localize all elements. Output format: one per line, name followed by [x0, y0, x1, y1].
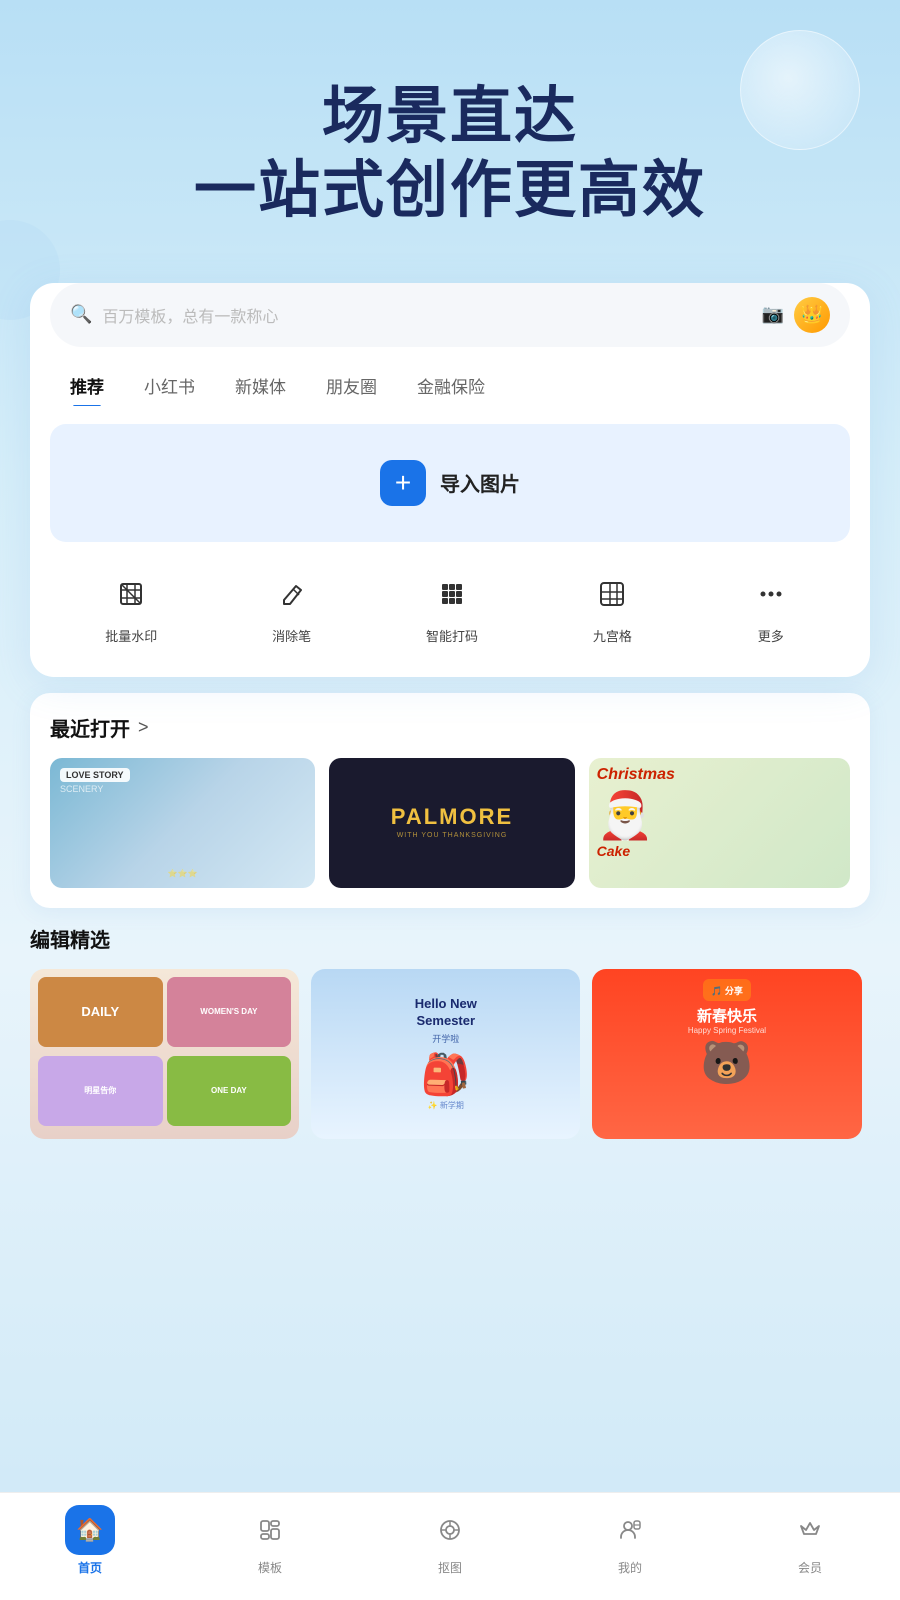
palmore-title: PALMORE [391, 806, 513, 828]
home-icon: 🏠 [65, 1505, 115, 1555]
daily-main-card: DAILY [38, 977, 163, 1047]
nav-vip[interactable]: 会员 [720, 1505, 900, 1576]
nav-home[interactable]: 🏠 首页 [0, 1505, 180, 1576]
templates-icon [245, 1505, 295, 1555]
editor-item-daily[interactable]: DAILY WOMEN'S DAY 明星告你 ONE DAY [30, 969, 299, 1139]
tool-more-label: 更多 [758, 626, 784, 645]
love-story-scenery: SCENERY [60, 784, 305, 794]
womens-day-card: WOMEN'S DAY [167, 977, 292, 1047]
tab-recommended[interactable]: 推荐 [50, 365, 124, 406]
tab-finance[interactable]: 金融保险 [397, 365, 505, 406]
nav-mine[interactable]: 我的 [540, 1505, 720, 1576]
editor-item-spring-festival[interactable]: 🎵 分享 新春快乐 Happy Spring Festival 🐻 [592, 969, 861, 1139]
import-label: 导入图片 [440, 468, 520, 497]
editor-section: 编辑精选 DAILY WOMEN'S DAY 明星告你 ONE DAY Hell… [30, 924, 870, 1139]
import-plus-button[interactable]: + [380, 460, 426, 506]
tool-eraser[interactable]: 消除笔 [268, 570, 316, 645]
recent-arrow[interactable]: > [138, 717, 149, 738]
search-icon: 🔍 [70, 304, 92, 325]
tool-smart-mosaic-label: 智能打码 [426, 626, 478, 645]
eraser-icon [268, 570, 316, 618]
love-story-tag: LOVE STORY [60, 768, 130, 782]
search-bar[interactable]: 🔍 百万模板，总有一款称心 📷 👑 [50, 283, 850, 347]
editor-title: 编辑精选 [30, 924, 870, 953]
nav-mine-label: 我的 [618, 1559, 642, 1576]
import-area[interactable]: + 导入图片 [50, 424, 850, 542]
nav-cutout-label: 抠图 [438, 1559, 462, 1576]
cutout-icon [425, 1505, 475, 1555]
tool-batch-watermark[interactable]: 批量水印 [105, 570, 157, 645]
tab-xiaohongshu[interactable]: 小红书 [124, 365, 215, 406]
recent-grid: LOVE STORY SCENERY ⭐⭐⭐ PALMORE WITH YOU … [50, 758, 850, 888]
tool-nine-grid[interactable]: 九宫格 [588, 570, 636, 645]
spring-title-cn: 新春快乐 [697, 1005, 757, 1026]
hello-new-figure: 🎒 [421, 1051, 471, 1098]
love-story-footer: ⭐⭐⭐ [60, 869, 305, 878]
palmore-subtitle: WITH YOU THANKSGIVING [391, 832, 513, 839]
recent-title: 最近打开 [50, 713, 130, 742]
hero-title: 场景直达 一站式创作更高效 [40, 80, 860, 229]
vip-nav-icon [785, 1505, 835, 1555]
main-card: 🔍 百万模板，总有一款称心 📷 👑 推荐 小红书 新媒体 朋友圈 金融保险 + … [30, 283, 870, 677]
mine-icon [605, 1505, 655, 1555]
recent-header: 最近打开 > [50, 713, 850, 742]
smart-mosaic-icon [428, 570, 476, 618]
hello-new-subtitle: 开学啦 [432, 1032, 459, 1045]
recent-section: 最近打开 > LOVE STORY SCENERY ⭐⭐⭐ PALMORE WI… [30, 693, 870, 908]
spring-app-badge: 🎵 分享 [703, 979, 751, 1001]
camera-icon[interactable]: 📷 [762, 304, 784, 325]
nine-grid-icon [588, 570, 636, 618]
tool-batch-watermark-label: 批量水印 [105, 626, 157, 645]
nav-home-label: 首页 [78, 1559, 102, 1576]
daily-card-3: 明星告你 [38, 1056, 163, 1126]
recent-item-palmore[interactable]: PALMORE WITH YOU THANKSGIVING [329, 758, 574, 888]
category-tabs: 推荐 小红书 新媒体 朋友圈 金融保险 [30, 347, 870, 406]
tool-more[interactable]: 更多 [747, 570, 795, 645]
more-icon [747, 570, 795, 618]
nav-vip-label: 会员 [798, 1559, 822, 1576]
recent-item-christmas[interactable]: Christmas 🎅 Cake [589, 758, 850, 888]
search-placeholder: 百万模板，总有一款称心 [102, 303, 751, 327]
spring-bear-emoji: 🐻 [701, 1039, 753, 1088]
tool-nine-grid-label: 九宫格 [593, 626, 632, 645]
batch-watermark-icon [107, 570, 155, 618]
recent-item-love-story[interactable]: LOVE STORY SCENERY ⭐⭐⭐ [50, 758, 315, 888]
bottom-nav: 🏠 首页 模板 抠图 [0, 1492, 900, 1600]
spring-title-en: Happy Spring Festival [688, 1026, 766, 1035]
nav-templates[interactable]: 模板 [180, 1505, 360, 1576]
tab-moments[interactable]: 朋友圈 [306, 365, 397, 406]
vip-badge[interactable]: 👑 [794, 297, 830, 333]
christmas-santa: 🎅 [597, 788, 654, 843]
christmas-cake-text: Cake [597, 843, 630, 859]
tool-smart-mosaic[interactable]: 智能打码 [426, 570, 478, 645]
vip-icon: 👑 [801, 304, 823, 325]
hero-section: 场景直达 一站式创作更高效 [0, 0, 900, 259]
editor-grid: DAILY WOMEN'S DAY 明星告你 ONE DAY Hello New… [30, 969, 870, 1139]
hello-new-extra: ✨ 新学期 [428, 1100, 464, 1111]
christmas-label: Christmas [597, 766, 675, 784]
editor-item-hello-new-semester[interactable]: Hello NewSemester 开学啦 🎒 ✨ 新学期 [311, 969, 580, 1139]
nav-cutout[interactable]: 抠图 [360, 1505, 540, 1576]
hello-new-title: Hello NewSemester [415, 996, 477, 1030]
tab-new-media[interactable]: 新媒体 [215, 365, 306, 406]
tool-eraser-label: 消除笔 [272, 626, 311, 645]
tools-row: 批量水印 消除笔 [30, 560, 870, 653]
daily-card-4: ONE DAY [167, 1056, 292, 1126]
nav-templates-label: 模板 [258, 1559, 282, 1576]
